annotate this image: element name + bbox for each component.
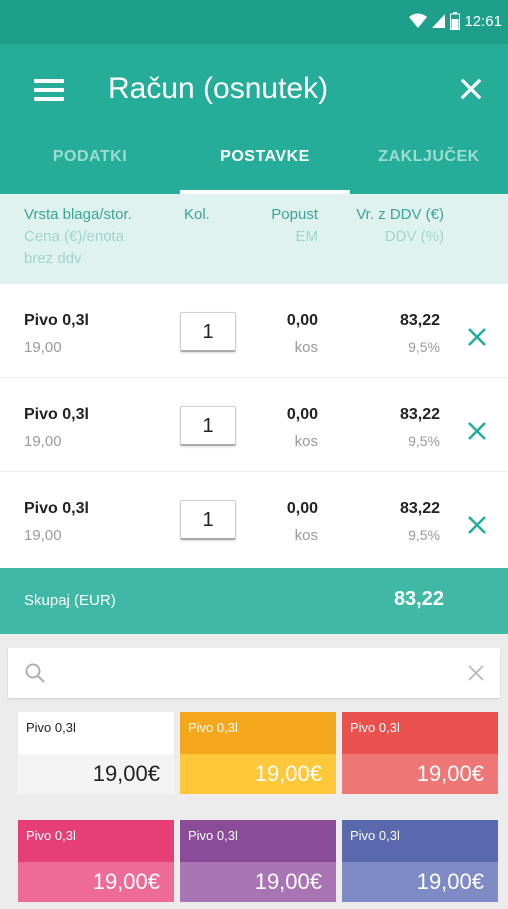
item-name: Pivo 0,3l [24, 406, 89, 423]
product-name: Pivo 0,3l [26, 720, 76, 735]
column-vat: DDV (%) [384, 228, 444, 245]
product-price: 19,00€ [180, 862, 336, 902]
item-price: 19,00 [24, 339, 62, 356]
tab-postavke[interactable]: POSTAVKE [180, 140, 350, 194]
item-price: 19,00 [24, 433, 62, 450]
item-discount: 0,00 [286, 312, 318, 329]
search-icon [25, 663, 45, 683]
item-discount: 0,00 [286, 406, 318, 423]
tab-bar: PODATKI POSTAVKE ZAKLJUČEK [0, 140, 508, 194]
summary-value: 83,22 [393, 588, 444, 610]
column-item: Vrsta blaga/stor. [24, 206, 132, 223]
page-title: Račun (osnutek) [108, 72, 329, 105]
status-time: 12:61 [464, 12, 502, 30]
table-row[interactable]: Pivo 0,3l 19,00 1 0,00 kos 83,22 9,5% [0, 472, 508, 566]
item-price: 19,00 [24, 527, 62, 544]
summary-label: Skupaj (EUR) [24, 592, 116, 609]
product-price: 19,00€ [18, 862, 174, 902]
column-item-price-note: brez ddv [24, 250, 82, 267]
status-icons: 12:61 [408, 12, 502, 30]
column-item-price: Cena (€)/enota [24, 228, 125, 245]
product-tile[interactable]: Pivo 0,3l 19,00€ [342, 712, 498, 794]
item-total: 83,22 [399, 406, 440, 423]
remove-item-icon[interactable] [466, 420, 488, 442]
item-discount: 0,00 [286, 500, 318, 517]
quantity-field[interactable]: 1 [180, 500, 236, 540]
product-price: 19,00€ [342, 862, 498, 902]
product-tile[interactable]: Pivo 0,3l 19,00€ [180, 712, 336, 794]
item-name: Pivo 0,3l [24, 312, 89, 329]
product-price: 19,00€ [18, 754, 174, 794]
table-row[interactable]: Pivo 0,3l 19,00 1 0,00 kos 83,22 9,5% [0, 378, 508, 472]
product-name: Pivo 0,3l [350, 828, 400, 843]
quantity-field[interactable]: 1 [180, 406, 236, 446]
product-name: Pivo 0,3l [188, 720, 238, 735]
app-bar: Račun (osnutek) [0, 44, 508, 140]
wifi-icon [409, 13, 428, 28]
product-name: Pivo 0,3l [188, 828, 238, 843]
tab-podatki[interactable]: PODATKI [0, 140, 180, 194]
column-discount: Popust [271, 206, 318, 223]
search-input[interactable] [60, 656, 440, 690]
item-unit: kos [294, 527, 318, 544]
item-unit: kos [294, 339, 318, 356]
battery-icon [450, 12, 461, 30]
item-total: 83,22 [399, 500, 440, 517]
product-tile[interactable]: Pivo 0,3l 19,00€ [180, 820, 336, 902]
product-name: Pivo 0,3l [350, 720, 400, 735]
remove-item-icon[interactable] [466, 326, 488, 348]
item-list: Pivo 0,3l 19,00 1 0,00 kos 83,22 9,5% Pi… [0, 284, 508, 568]
product-tile[interactable]: Pivo 0,3l 19,00€ [18, 820, 174, 902]
column-header: Vrsta blaga/stor. Cena (€)/enota brez dd… [0, 194, 508, 284]
quantity-field[interactable]: 1 [180, 312, 236, 352]
product-tile[interactable]: Pivo 0,3l 19,00€ [18, 712, 174, 794]
product-name: Pivo 0,3l [26, 828, 76, 843]
search-bar [8, 648, 500, 698]
item-vat: 9,5% [408, 433, 440, 449]
product-price: 19,00€ [180, 754, 336, 794]
column-qty: Kol. [184, 206, 210, 223]
item-vat: 9,5% [408, 527, 440, 543]
item-total: 83,22 [399, 312, 440, 329]
item-unit: kos [294, 433, 318, 450]
product-price: 19,00€ [342, 754, 498, 794]
close-icon[interactable] [456, 74, 486, 104]
item-vat: 9,5% [408, 339, 440, 355]
remove-item-icon[interactable] [466, 514, 488, 536]
column-total: Vr. z DDV (€) [356, 206, 444, 223]
item-name: Pivo 0,3l [24, 500, 89, 517]
clear-search-icon[interactable] [466, 663, 486, 683]
column-unit: EM [295, 228, 319, 245]
menu-icon[interactable] [34, 76, 64, 104]
table-row[interactable]: Pivo 0,3l 19,00 1 0,00 kos 83,22 9,5% [0, 284, 508, 378]
signal-icon [432, 14, 446, 28]
product-tile[interactable]: Pivo 0,3l 19,00€ [342, 820, 498, 902]
total-summary: Skupaj (EUR) 83,22 [0, 568, 508, 634]
tab-zakljucek[interactable]: ZAKLJUČEK [350, 140, 508, 194]
status-bar: 12:61 [0, 0, 508, 44]
